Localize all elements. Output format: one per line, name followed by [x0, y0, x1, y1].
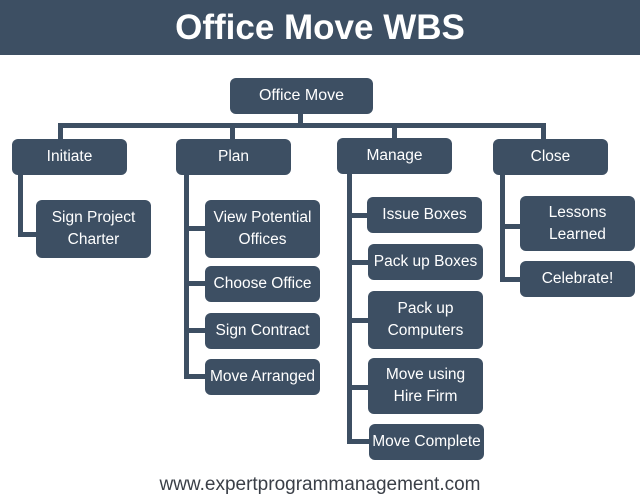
wbs-task: Celebrate! [520, 261, 635, 297]
wbs-task: Issue Boxes [367, 197, 482, 233]
connector-manage-child-2 [347, 318, 369, 323]
wbs-phase-plan: Plan [176, 139, 291, 175]
wbs-task: Choose Office [205, 266, 320, 302]
connector-close-child-1 [500, 277, 522, 282]
connector-plan-child-2 [184, 328, 206, 333]
wbs-phase-close: Close [493, 139, 608, 175]
connector-initiate-child-0 [18, 232, 38, 237]
connector-horizontal [58, 123, 546, 128]
wbs-phase-initiate: Initiate [12, 139, 127, 175]
wbs-task: Move Arranged [205, 359, 320, 395]
wbs-task: Move using Hire Firm [368, 358, 483, 414]
connector-plan-child-0 [184, 226, 206, 231]
connector-manage-child-1 [347, 260, 369, 265]
footer-url: www.expertprogrammanagement.com [159, 474, 481, 495]
wbs-task: Pack up Computers [368, 291, 483, 349]
wbs-task: Pack up Boxes [368, 244, 483, 280]
connector-initiate [58, 123, 63, 140]
wbs-task: View Potential Offices [205, 200, 320, 258]
wbs-phase-manage: Manage [337, 138, 452, 174]
wbs-root-node: Office Move [230, 78, 373, 114]
wbs-task: Lessons Learned [520, 196, 635, 251]
connector-plan-child-3 [184, 374, 206, 379]
connector-close-child-0 [500, 224, 522, 229]
connector-initiate-vertical [18, 174, 23, 237]
connector-manage-child-3 [347, 385, 369, 390]
wbs-task: Move Complete [369, 424, 484, 460]
wbs-task: Sign Project Charter [36, 200, 151, 258]
connector-manage-child-4 [347, 439, 369, 444]
connector-plan [230, 123, 235, 140]
wbs-task: Sign Contract [205, 313, 320, 349]
diagram-title: Office Move WBS [0, 0, 640, 55]
connector-plan-vertical [184, 174, 189, 379]
connector-manage-child-0 [347, 213, 369, 218]
connector-close [541, 123, 546, 140]
connector-plan-child-1 [184, 281, 206, 286]
